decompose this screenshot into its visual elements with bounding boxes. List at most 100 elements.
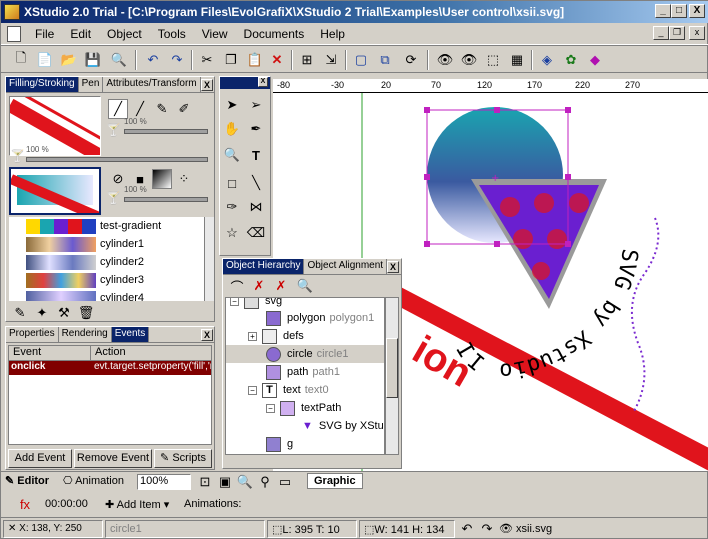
maximize-button[interactable]: □	[671, 4, 687, 18]
tree-node-text-content[interactable]: ▼ SVG by XStu	[302, 417, 384, 435]
redo-icon[interactable]: ↷	[167, 50, 187, 70]
view-eye-icon[interactable]: 👁	[435, 50, 455, 70]
fill-preview[interactable]	[9, 167, 101, 215]
document-icon[interactable]	[7, 25, 21, 42]
cut-icon[interactable]: ✂	[197, 50, 217, 70]
column-event[interactable]: Event	[9, 346, 91, 360]
ungroup-icon[interactable]: ⧉	[375, 50, 395, 70]
menu-file[interactable]: File	[27, 27, 62, 41]
close-button[interactable]: X	[689, 4, 705, 18]
effects-icon[interactable]: ✿	[561, 50, 581, 70]
gradient-fill-icon[interactable]	[152, 169, 172, 189]
print-preview-icon[interactable]: 🔍	[109, 50, 129, 70]
polyline-icon[interactable]: ⋈	[246, 197, 266, 217]
gradient-delete-icon[interactable]: 🗑	[76, 303, 96, 323]
minimize-button[interactable]: _	[655, 4, 671, 18]
tab-graphic[interactable]: Graphic	[307, 473, 363, 489]
save-icon[interactable]: 💾	[83, 50, 103, 70]
gradient-edit-icon[interactable]: ✎	[10, 303, 30, 323]
tree-node-circle[interactable]: circle circle1	[226, 345, 384, 363]
tab-object-hierarchy[interactable]: Object Hierarchy	[223, 259, 305, 274]
add-event-button[interactable]: Add Event	[8, 449, 72, 468]
eyedropper-icon[interactable]: ✒	[246, 119, 266, 139]
open-folder-icon[interactable]: 📂	[59, 50, 79, 70]
global-opacity-slider[interactable]	[26, 157, 208, 162]
star-icon[interactable]: ☆	[222, 223, 242, 243]
list-item[interactable]: cylinder2	[9, 253, 204, 271]
link-icon[interactable]: ⌒	[227, 276, 247, 296]
undo-icon[interactable]: ↶	[143, 50, 163, 70]
list-item[interactable]: cylinder3	[9, 271, 204, 289]
rotate-icon[interactable]: ⟳	[401, 50, 421, 70]
scripts-button[interactable]: ✎ Scripts	[154, 449, 212, 468]
menu-object[interactable]: Object	[99, 27, 150, 41]
remove-link-icon[interactable]: ✗	[271, 276, 291, 296]
marker-icon[interactable]: ✐	[174, 99, 194, 119]
crop-icon[interactable]: ⊞	[297, 50, 317, 70]
tab-attributes-transform[interactable]: Attributes/Transform	[103, 77, 201, 92]
doc-close-button[interactable]: x	[689, 26, 705, 40]
tree-node-text[interactable]: − Ttext text0	[248, 381, 329, 399]
menu-view[interactable]: View	[194, 27, 236, 41]
diamond-icon[interactable]: ◆	[585, 50, 605, 70]
stroke-opacity-slider[interactable]	[124, 129, 208, 134]
text-tool-icon[interactable]: T	[246, 145, 266, 165]
unlink-icon[interactable]: ✗	[249, 276, 269, 296]
undo-status-icon[interactable]: ↶	[457, 519, 477, 539]
redo-status-icon[interactable]: ↷	[477, 519, 497, 539]
fx-icon[interactable]: fx	[15, 494, 35, 514]
gradient-new-icon[interactable]: ✦	[32, 303, 52, 323]
action-cell[interactable]: evt.target.setproperty('fill','r	[91, 361, 211, 375]
column-action[interactable]: Action	[91, 346, 126, 360]
menu-edit[interactable]: Edit	[62, 27, 99, 41]
zoom-page-icon[interactable]: ▣	[215, 472, 235, 492]
dotted-path[interactable]	[630, 217, 660, 414]
layers-icon[interactable]: ◈	[537, 50, 557, 70]
pen-tool-icon[interactable]: ✑	[222, 197, 242, 217]
hierarchy-scrollbar[interactable]	[385, 297, 399, 455]
resize-icon[interactable]: ⇲	[321, 50, 341, 70]
add-item-button[interactable]: ✚ Add Item ▾	[105, 498, 169, 511]
tab-pen[interactable]: Pen	[79, 77, 104, 92]
fill-opacity-slider[interactable]	[124, 197, 208, 202]
zoom-icon[interactable]: 🔍	[222, 145, 242, 165]
list-item[interactable]: cylinder1	[9, 235, 204, 253]
search-icon[interactable]: 🔍	[295, 276, 315, 296]
tab-editor[interactable]: ✎ Editor	[5, 474, 49, 487]
eraser-icon[interactable]: ⌫	[246, 223, 266, 243]
tab-animation[interactable]: ⎔ Animation	[63, 474, 124, 487]
tree-node-polygon[interactable]: polygon polygon1	[266, 309, 374, 327]
delete-icon[interactable]: ✕	[267, 50, 287, 70]
doc-restore-button[interactable]: ❐	[669, 26, 685, 40]
close-hierarchy-button[interactable]: X	[387, 261, 399, 273]
stroke-preview[interactable]	[9, 96, 101, 156]
gradient-tool-icon[interactable]: ⚒	[54, 303, 74, 323]
tab-properties[interactable]: Properties	[6, 327, 59, 342]
gradient-list-scrollbar[interactable]	[204, 217, 214, 301]
brush-icon[interactable]: ✎	[152, 99, 172, 119]
tab-object-alignment[interactable]: Object Alignment	[304, 259, 388, 274]
close-tools-button[interactable]: X	[258, 77, 268, 87]
pen-line-icon[interactable]: ╱	[108, 99, 128, 119]
line-icon[interactable]: ╲	[246, 173, 266, 193]
new-doc-icon[interactable]: 📄	[35, 50, 55, 70]
pattern-fill-icon[interactable]: ⁘	[174, 169, 194, 189]
preview-eye-icon[interactable]: 👁	[459, 50, 479, 70]
tab-rendering[interactable]: Rendering	[59, 327, 112, 342]
list-item[interactable]: test-gradient	[9, 217, 204, 235]
tree-node-g[interactable]: g	[266, 435, 293, 453]
select-arrow-icon[interactable]: ➤	[222, 95, 242, 115]
grid-icon[interactable]: ▦	[507, 50, 527, 70]
new-file-icon[interactable]: 🗋	[11, 50, 31, 70]
tab-filling-stroking[interactable]: Filling/Stroking	[6, 77, 79, 92]
paste-icon[interactable]: 📋	[245, 50, 265, 70]
tree-node-path[interactable]: path path1	[266, 363, 340, 381]
tree-node-defs[interactable]: + defs	[248, 327, 304, 345]
table-row[interactable]: onclick evt.target.setproperty('fill','r	[9, 361, 211, 375]
zoom-fit-icon[interactable]: ⊡	[195, 472, 215, 492]
close-properties-button[interactable]: X	[201, 329, 213, 341]
screen-icon[interactable]: ▭	[275, 472, 295, 492]
menu-documents[interactable]: Documents	[236, 27, 313, 41]
rectangle-icon[interactable]: □	[222, 173, 242, 193]
zoom-in-icon[interactable]: 🔍	[235, 472, 255, 492]
